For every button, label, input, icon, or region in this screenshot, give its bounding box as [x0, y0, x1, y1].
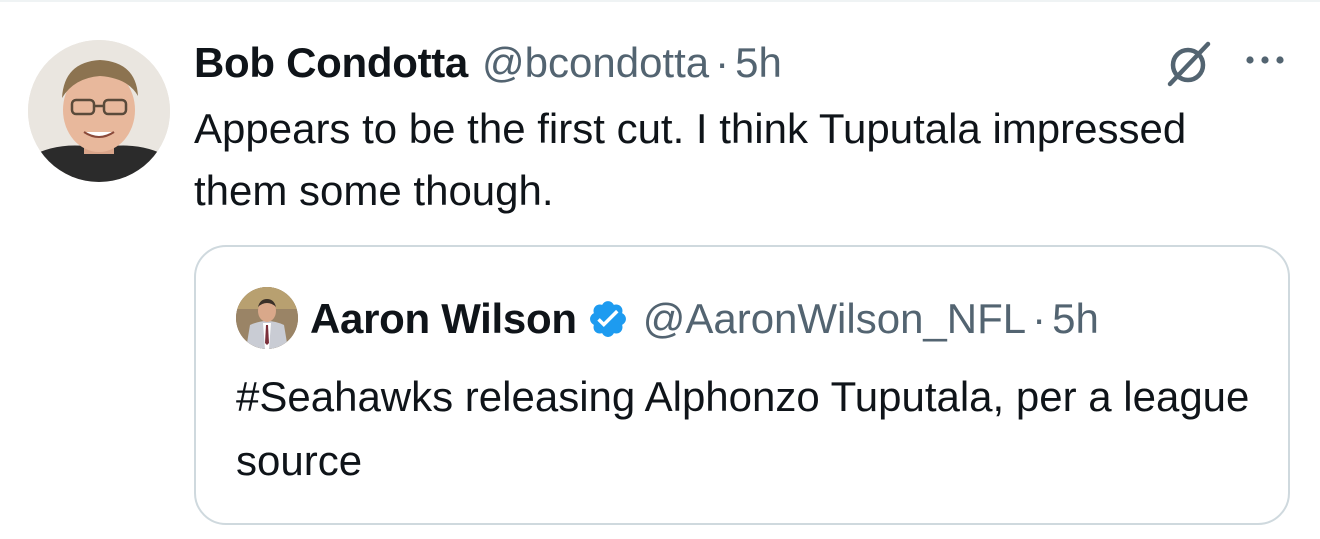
- quoted-separator-dot: ·: [1032, 295, 1047, 342]
- author-name[interactable]: Bob Condotta: [194, 39, 468, 87]
- tweet-text: Appears to be the first cut. I think Tup…: [194, 105, 1187, 214]
- quoted-author-name[interactable]: Aaron Wilson: [310, 295, 577, 343]
- quoted-tweet-header: Aaron Wilson @AaronWilson_NFL · 5h: [310, 293, 1099, 345]
- tweet-header: Bob Condotta @bcondotta · 5h: [194, 38, 782, 88]
- quoted-author-avatar[interactable]: [236, 287, 298, 349]
- separator-dot: ·: [715, 39, 730, 86]
- verified-badge-icon[interactable]: [587, 298, 629, 340]
- quoted-author-handle[interactable]: @AaronWilson_NFL: [643, 295, 1026, 343]
- author-handle[interactable]: @bcondotta: [482, 39, 709, 87]
- author-avatar[interactable]: [28, 40, 170, 182]
- more-icon[interactable]: [1240, 48, 1290, 72]
- quoted-tweet-text: #Seahawks releasing Alphonzo Tuputala, p…: [236, 373, 1250, 484]
- quoted-author-avatar-image: [236, 287, 298, 349]
- grok-icon[interactable]: [1164, 38, 1214, 88]
- quoted-tweet-timestamp[interactable]: 5h: [1052, 295, 1099, 343]
- quoted-tweet-card[interactable]: Aaron Wilson @AaronWilson_NFL · 5h #Seah…: [194, 245, 1290, 525]
- author-avatar-image: [28, 40, 170, 182]
- top-divider: [0, 0, 1320, 2]
- tweet-timestamp[interactable]: 5h: [735, 39, 782, 87]
